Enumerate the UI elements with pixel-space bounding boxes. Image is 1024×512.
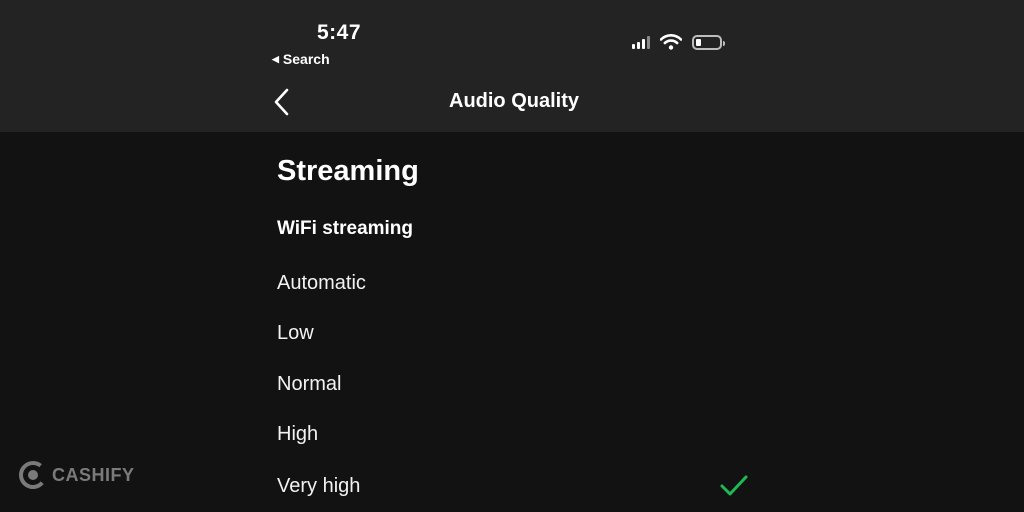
checkmark-icon [720,475,748,496]
cellular-signal-icon [632,35,650,49]
option-label: Very high [277,475,361,497]
cashify-logo-icon [19,461,47,489]
option-label: Normal [277,373,342,395]
group-title-wifi-streaming: WiFi streaming [277,218,414,239]
option-high[interactable]: High [277,423,757,459]
option-label: Automatic [277,272,366,294]
cashify-watermark: CASHIFY [18,460,135,490]
app-screen: 5:47 ◀ Search Audio Quality Streaming Wi… [0,0,1024,512]
wifi-icon [660,34,682,50]
option-label: High [277,423,319,445]
status-time: 5:47 [317,21,362,44]
status-back-link[interactable]: ◀ Search [272,51,330,67]
option-normal[interactable]: Normal [277,373,757,409]
option-label: Low [277,322,314,344]
status-back-label: Search [282,51,330,67]
option-very-high[interactable]: Very high [277,475,757,511]
option-low[interactable]: Low [277,322,757,358]
section-title-streaming: Streaming [277,155,419,187]
option-automatic[interactable]: Automatic [277,272,757,308]
back-triangle-icon: ◀ [272,53,279,64]
top-bar: 5:47 ◀ Search Audio Quality [0,0,1024,132]
status-icons [632,34,725,50]
watermark-text: CASHIFY [52,464,135,485]
battery-icon [692,34,725,50]
page-title: Audio Quality [449,90,579,112]
